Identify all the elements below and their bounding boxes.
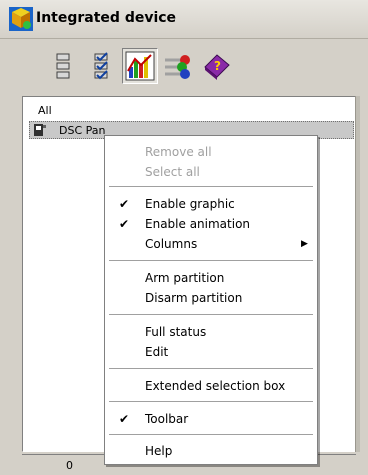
help-book-button[interactable]: ? <box>198 48 234 84</box>
menu-item-extended-selection-box[interactable]: Extended selection box <box>107 376 315 396</box>
context-menu: Remove all Select all ✔ Enable graphic ✔… <box>104 135 318 465</box>
menu-item-select-all[interactable]: Select all <box>107 162 315 182</box>
list-view-icon <box>56 53 70 79</box>
menu-item-label: Disarm partition <box>145 291 243 305</box>
checklist-button[interactable] <box>84 48 120 84</box>
toolbar: ? <box>0 39 368 89</box>
menu-item-label: Edit <box>145 345 169 359</box>
check-icon: ✔ <box>119 217 130 231</box>
menu-item-edit[interactable]: Edit <box>107 342 315 362</box>
menu-item-columns[interactable]: Columns ▶ <box>107 234 315 254</box>
menu-separator <box>109 434 313 435</box>
menu-separator <box>109 186 313 187</box>
menu-separator <box>109 401 313 402</box>
menu-item-arm-partition[interactable]: Arm partition <box>107 268 315 288</box>
menu-separator <box>109 260 313 261</box>
check-icon: ✔ <box>119 412 130 426</box>
menu-item-label: Enable graphic <box>145 197 235 211</box>
status-count: 0 <box>66 459 73 472</box>
graph-view-icon <box>125 51 155 81</box>
menu-item-label: Extended selection box <box>145 379 286 393</box>
tree-item-all[interactable]: All <box>38 104 52 117</box>
help-book-icon: ? <box>204 54 230 80</box>
menu-item-label: Columns <box>145 237 198 251</box>
submenu-arrow-icon: ▶ <box>301 239 308 249</box>
menu-item-disarm-partition[interactable]: Disarm partition <box>107 288 315 308</box>
animation-button[interactable] <box>160 48 196 84</box>
menu-item-label: Arm partition <box>145 271 225 285</box>
menu-item-label: Toolbar <box>145 412 189 426</box>
menu-separator <box>109 314 313 315</box>
panel-splitter[interactable] <box>355 96 360 452</box>
menu-item-remove-all[interactable]: Remove all <box>107 142 315 162</box>
window-title: Integrated device <box>36 10 177 26</box>
menu-item-toolbar[interactable]: ✔ Toolbar <box>107 409 315 429</box>
graph-view-button[interactable] <box>122 48 158 84</box>
animation-icon <box>165 55 190 79</box>
menu-item-label: Full status <box>145 325 207 339</box>
menu-item-enable-graphic[interactable]: ✔ Enable graphic <box>107 194 315 214</box>
menu-item-label: Select all <box>145 165 200 179</box>
title-bar[interactable]: Integrated device <box>0 0 368 39</box>
integrated-device-window: Integrated device ? All DSC Pan 0 Remove… <box>0 0 368 474</box>
menu-item-label: Help <box>145 444 173 458</box>
list-view-button[interactable] <box>46 48 82 84</box>
menu-separator <box>109 368 313 369</box>
menu-item-label: Enable animation <box>145 217 251 231</box>
checklist-icon <box>94 52 108 80</box>
integrated-device-icon <box>9 7 33 31</box>
panel-device-icon <box>34 124 46 136</box>
menu-item-enable-animation[interactable]: ✔ Enable animation <box>107 214 315 234</box>
menu-item-full-status[interactable]: Full status <box>107 322 315 342</box>
svg-text:?: ? <box>214 59 221 73</box>
tree-item-label: DSC Pan <box>59 124 106 137</box>
check-icon: ✔ <box>119 197 130 211</box>
menu-item-label: Remove all <box>145 145 212 159</box>
menu-item-help[interactable]: Help <box>107 441 315 461</box>
